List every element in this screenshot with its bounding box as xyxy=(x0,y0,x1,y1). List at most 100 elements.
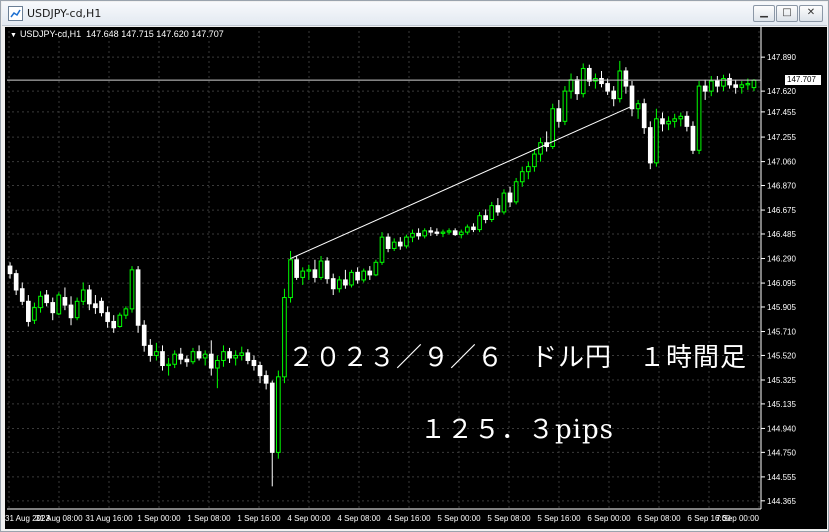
candle-body-bull xyxy=(666,120,671,125)
candle-body-bear xyxy=(330,278,336,290)
candle-body-bull xyxy=(696,85,702,151)
window-title: USDJPY-cd,H1 xyxy=(27,7,102,20)
symbol-label: USDJPY-cd,H1 xyxy=(19,29,82,39)
candle-body-bear xyxy=(141,324,147,346)
price-axis-label: 144.555 xyxy=(767,473,796,482)
candle-body-bear xyxy=(647,127,653,164)
price-axis-label: 146.675 xyxy=(767,206,796,215)
candle-body-bull xyxy=(422,230,428,237)
candle-body-bear xyxy=(343,279,348,286)
current-price-badge: 147.707 xyxy=(785,75,821,86)
candle-body-bear xyxy=(483,215,488,221)
candle-body-bear xyxy=(507,192,513,203)
candle-body-bear xyxy=(208,353,214,369)
window-titlebar[interactable]: USDJPY-cd,H1 ▁ □ ✕ xyxy=(2,2,827,26)
candle-body-bull xyxy=(154,351,159,356)
time-axis-label: 1 Sep 00:00 xyxy=(137,514,181,523)
candle-body-bear xyxy=(556,108,562,122)
candle-body-bear xyxy=(26,300,31,322)
minimize-button[interactable]: ▁ xyxy=(753,5,775,22)
candle-body-bear xyxy=(99,300,104,314)
candle-body-bull xyxy=(410,232,415,238)
candle-body-bull xyxy=(745,83,751,86)
candle-body-bull xyxy=(501,192,507,213)
candle-body-bear xyxy=(367,270,373,276)
candle-body-bear xyxy=(13,273,19,291)
candle-body-bull xyxy=(56,294,62,315)
time-axis-label: 31 Aug 08:00 xyxy=(35,514,83,523)
candle-body-bear xyxy=(428,230,434,233)
candle-body-bear xyxy=(86,289,92,305)
candle-body-bear xyxy=(184,358,190,363)
candle-body-bull xyxy=(489,205,495,221)
candle-body-bull xyxy=(404,236,409,247)
symbol-header: ▼ USDJPY-cd,H1 147.648 147.715 147.620 14… xyxy=(10,29,224,39)
time-axis-label: 5 Sep 00:00 xyxy=(437,514,481,523)
price-chart[interactable]: 147.890 147.620 147.455 147.255 147.060 146.8… xyxy=(5,27,827,529)
price-axis-label: 145.520 xyxy=(767,351,796,360)
maximize-button[interactable]: □ xyxy=(776,5,798,22)
candle-body-bear xyxy=(7,265,13,275)
candle-body-bull xyxy=(233,354,238,359)
candle-body-bear xyxy=(641,103,647,129)
candle-body-bull xyxy=(215,359,220,369)
candle-body-bull xyxy=(617,70,623,100)
candle-body-bear xyxy=(263,375,269,384)
candle-body-bull xyxy=(202,353,208,359)
candle-body-bear xyxy=(160,351,165,367)
ohlc-readout: 147.648 147.715 147.620 147.707 xyxy=(86,29,224,39)
candle-body-bull xyxy=(568,79,574,92)
candle-body-bear xyxy=(245,352,251,361)
candle-body-bull xyxy=(288,259,293,299)
candle-body-bear xyxy=(629,85,635,110)
candle-body-bear xyxy=(495,205,501,213)
candle-body-bull xyxy=(80,289,86,302)
price-axis-label: 146.290 xyxy=(767,255,796,264)
candle-body-bull xyxy=(635,103,641,110)
candle-body-bull xyxy=(721,78,726,87)
time-axis-label: 5 Sep 08:00 xyxy=(487,514,531,523)
candle-body-bear xyxy=(19,288,25,302)
candle-body-bull xyxy=(465,226,470,233)
dropdown-triangle-icon[interactable]: ▼ xyxy=(10,32,17,39)
close-button[interactable]: ✕ xyxy=(799,5,823,22)
chart-window-icon xyxy=(8,6,23,21)
candle-body-bear xyxy=(586,67,592,82)
price-axis-label: 147.060 xyxy=(767,158,796,167)
candle-body-bear xyxy=(733,84,738,88)
candle-body-bull xyxy=(513,181,519,203)
candle-body-bull xyxy=(708,80,714,92)
time-axis-label: 31 Aug 16:00 xyxy=(85,514,133,523)
candle-body-bull xyxy=(654,118,659,164)
candle-body-bear xyxy=(611,90,617,100)
candle-body-bear xyxy=(471,226,476,231)
candle-body-bear xyxy=(574,79,580,95)
candle-body-bear xyxy=(727,78,732,86)
candle-body-bear xyxy=(416,232,421,237)
time-axis-label: 6 Sep 00:00 xyxy=(587,514,631,523)
candlestick-chart-svg[interactable]: 147.890 147.620 147.455 147.255 147.060 146.8… xyxy=(5,27,827,529)
price-axis-label: 145.135 xyxy=(767,400,796,409)
candle-body-bull xyxy=(318,260,324,278)
candle-body-bull xyxy=(532,153,537,168)
chart-annotation-title: ２０２３／９／６ ドル円 １時間足 xyxy=(288,343,748,373)
candle-body-bull xyxy=(349,271,354,286)
candle-body-bull xyxy=(32,307,37,321)
candle-body-bear xyxy=(269,382,275,453)
candle-body-bull xyxy=(379,236,385,263)
price-axis-label: 146.485 xyxy=(767,230,796,239)
time-axis-label: 7 Sep 00:00 xyxy=(716,514,760,523)
price-axis-label: 145.325 xyxy=(767,376,796,385)
candle-body-bull xyxy=(526,166,531,173)
candle-body-bull xyxy=(580,67,586,95)
time-axis-label: 5 Sep 16:00 xyxy=(537,514,581,523)
time-axis-label: 6 Sep 08:00 xyxy=(637,514,681,523)
candle-body-bull xyxy=(282,297,287,378)
candle-body-bull xyxy=(446,230,452,233)
candle-body-bull xyxy=(562,90,568,122)
candle-body-bull xyxy=(538,142,543,155)
price-axis-label: 144.750 xyxy=(767,448,796,457)
candle-body-bear xyxy=(135,269,141,326)
candle-body-bull xyxy=(519,171,525,183)
chart-annotation-pips: １２５．３pips xyxy=(420,415,614,445)
